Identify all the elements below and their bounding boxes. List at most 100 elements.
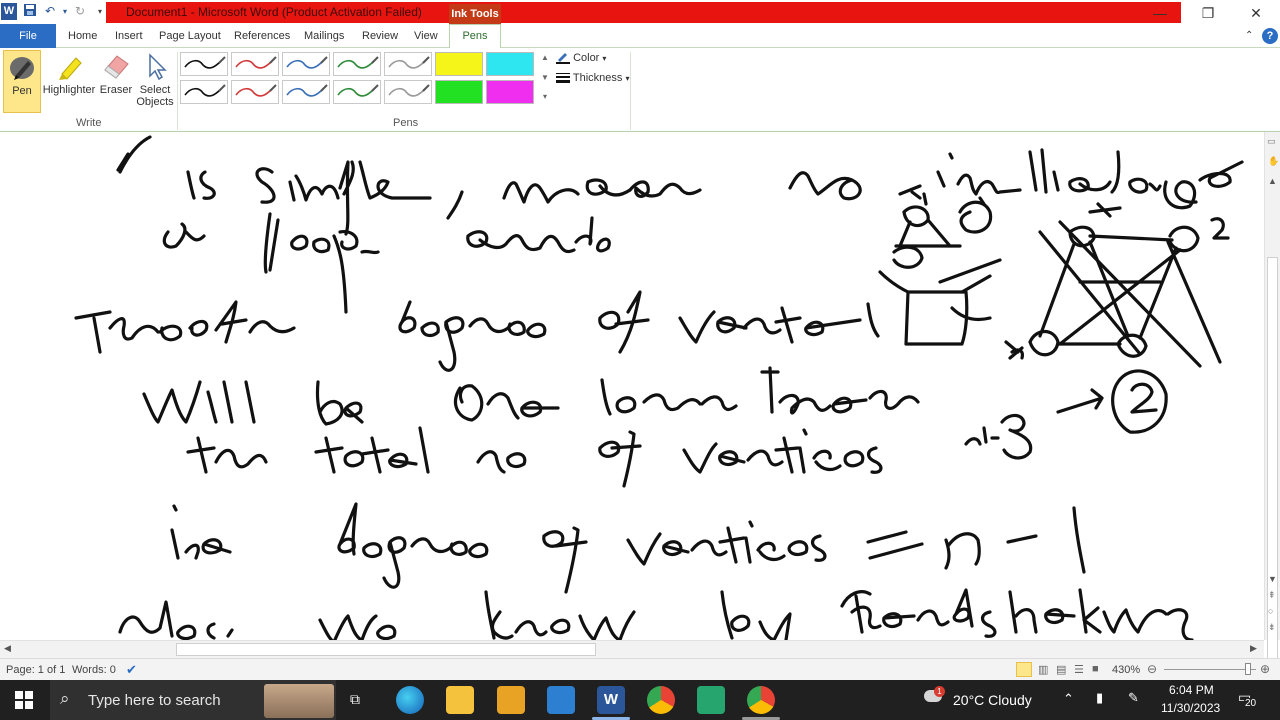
tab-references[interactable]: References [234, 24, 290, 48]
handwritten-ink-canvas[interactable] [0, 132, 1264, 640]
word-taskbar-icon[interactable]: W [597, 686, 625, 714]
previous-page-icon[interactable]: ⇞ [1268, 590, 1276, 601]
word-count[interactable]: Words: 0 [72, 664, 116, 676]
web-layout-icon[interactable]: ▤ [1056, 663, 1066, 676]
scroll-left-arrow-icon[interactable]: ◀ [4, 643, 11, 654]
task-view-icon[interactable]: ⧉ [350, 691, 360, 708]
minimize-ribbon-icon[interactable]: ⌃ [1245, 24, 1253, 48]
edge-browser-icon[interactable] [396, 686, 424, 714]
weather-alert-badge: 1 [934, 686, 945, 697]
pen-swatch-pen[interactable] [180, 80, 228, 104]
word-app-icon[interactable]: W [1, 3, 17, 20]
scroll-down-arrow-icon[interactable]: ▼ [1268, 574, 1277, 584]
full-screen-reading-icon[interactable]: ▥ [1038, 663, 1048, 676]
pen-swatch-pen[interactable] [384, 52, 432, 76]
horizontal-scrollbar[interactable]: ◀ ▶ [0, 640, 1264, 658]
print-layout-view-icon[interactable] [1016, 662, 1032, 677]
pen-swatch-pen[interactable] [231, 52, 279, 76]
clock-time[interactable]: 6:04 PM [1169, 683, 1214, 697]
gallery-up-arrow-icon[interactable]: ▲ [540, 53, 550, 73]
pen-swatch-pen[interactable] [282, 52, 330, 76]
zoom-slider[interactable] [1164, 669, 1256, 670]
browse-object-icon[interactable]: ○ [1268, 606, 1273, 616]
undo-dropdown-icon[interactable]: ▾ [57, 3, 73, 20]
document-page[interactable] [0, 132, 1264, 640]
thickness-dropdown[interactable]: Thickness ▾ [556, 72, 629, 84]
show-hidden-icons-chevron-icon[interactable]: ⌃ [1063, 691, 1074, 707]
pen-swatch-highlighter[interactable] [435, 52, 483, 76]
gallery-more-icon[interactable]: ▾ [540, 92, 550, 112]
gallery-down-arrow-icon[interactable]: ▼ [540, 73, 550, 93]
line-thickness-icon [556, 73, 570, 84]
eraser-button[interactable]: Eraser [97, 50, 135, 113]
tab-page-layout[interactable]: Page Layout [159, 24, 221, 48]
pen-swatch-highlighter[interactable] [486, 80, 534, 104]
tab-mailings[interactable]: Mailings [304, 24, 344, 48]
scroll-up-arrow-icon[interactable]: ▲ [1268, 176, 1277, 186]
highlighter-button[interactable]: Highlighter [42, 50, 96, 113]
microsoft-store-icon[interactable] [497, 686, 525, 714]
page-count[interactable]: Page: 1 of 1 [6, 664, 65, 676]
pen-swatch-highlighter[interactable] [435, 80, 483, 104]
outline-view-icon[interactable]: ☰ [1074, 663, 1084, 676]
eraser-button-label: Eraser [99, 84, 133, 96]
search-placeholder: Type here to search [88, 692, 221, 709]
chrome-profile-icon[interactable] [647, 686, 675, 714]
zoom-level[interactable]: 430% [1112, 664, 1140, 676]
search-icon: ⌕ [60, 689, 70, 708]
restore-button[interactable]: ❐ [1188, 2, 1228, 24]
next-page-icon[interactable]: ⇟ [1268, 622, 1276, 633]
select-objects-button[interactable]: Select Objects [135, 50, 175, 113]
pen-swatch-pen[interactable] [333, 52, 381, 76]
horizontal-scroll-thumb[interactable] [176, 643, 596, 656]
file-explorer-icon[interactable] [446, 686, 474, 714]
ink-tools-context-label: Ink Tools [449, 4, 501, 24]
remote-app-icon[interactable] [697, 686, 725, 714]
tab-file[interactable]: File [0, 24, 56, 48]
taskbar-search-box[interactable]: ⌕ Type here to search [50, 680, 336, 720]
close-button[interactable]: ✕ [1236, 2, 1276, 24]
save-icon[interactable] [22, 3, 38, 20]
search-highlight-image[interactable] [264, 684, 334, 718]
pen-swatch-pen[interactable] [180, 52, 228, 76]
tab-pens[interactable]: Pens [449, 24, 501, 49]
tab-home[interactable]: Home [68, 24, 97, 48]
proofing-check-icon[interactable]: ✔ [126, 662, 137, 678]
zoom-slider-thumb[interactable] [1245, 663, 1251, 675]
pen-swatch-pen[interactable] [282, 80, 330, 104]
draft-view-icon[interactable]: ■ [1092, 663, 1099, 675]
help-icon[interactable]: ? [1262, 28, 1278, 44]
zoom-in-icon[interactable]: ⊕ [1260, 662, 1270, 676]
windows-start-icon[interactable] [15, 691, 33, 709]
pen-button[interactable]: Pen [3, 50, 41, 113]
battery-icon[interactable]: ▮ [1096, 690, 1103, 706]
tab-view[interactable]: View [414, 24, 438, 48]
color-label: Color [573, 52, 600, 64]
clock-date[interactable]: 11/30/2023 [1161, 701, 1220, 715]
pan-hand-icon[interactable]: ✋ [1268, 156, 1279, 167]
ruler-toggle-icon[interactable]: ▭ [1267, 136, 1276, 147]
undo-icon[interactable]: ↶ [42, 3, 58, 20]
highlighter-button-label: Highlighter [42, 84, 96, 96]
pen-swatch-pen[interactable] [333, 80, 381, 104]
vertical-scrollbar[interactable]: ▭ ✋ ▲ ▼ ⇞ ○ ⇟ [1264, 132, 1280, 693]
tab-insert[interactable]: Insert [115, 24, 143, 48]
tab-review[interactable]: Review [362, 24, 398, 48]
pen-swatch-highlighter[interactable] [486, 52, 534, 76]
select-objects-label-line1: Select [139, 84, 171, 96]
pen-workspace-icon[interactable]: ✎ [1128, 690, 1139, 706]
redo-icon[interactable]: ↻ [72, 3, 88, 20]
pen-swatch-pen[interactable] [384, 80, 432, 104]
pen-button-label: Pen [12, 85, 32, 97]
color-dropdown[interactable]: Color ▾ [556, 52, 606, 65]
zoom-out-icon[interactable]: ⊖ [1147, 662, 1157, 676]
pen-swatch-pen[interactable] [231, 80, 279, 104]
minimize-button[interactable]: — [1140, 2, 1180, 24]
eraser-icon [104, 55, 129, 79]
scroll-right-arrow-icon[interactable]: ▶ [1250, 643, 1257, 654]
write-group-label: Write [76, 117, 102, 129]
weather-text[interactable]: 20°C Cloudy [953, 692, 1032, 708]
mail-icon[interactable] [547, 686, 575, 714]
chrome-icon[interactable] [747, 686, 775, 714]
pen-color-icon [556, 53, 570, 65]
